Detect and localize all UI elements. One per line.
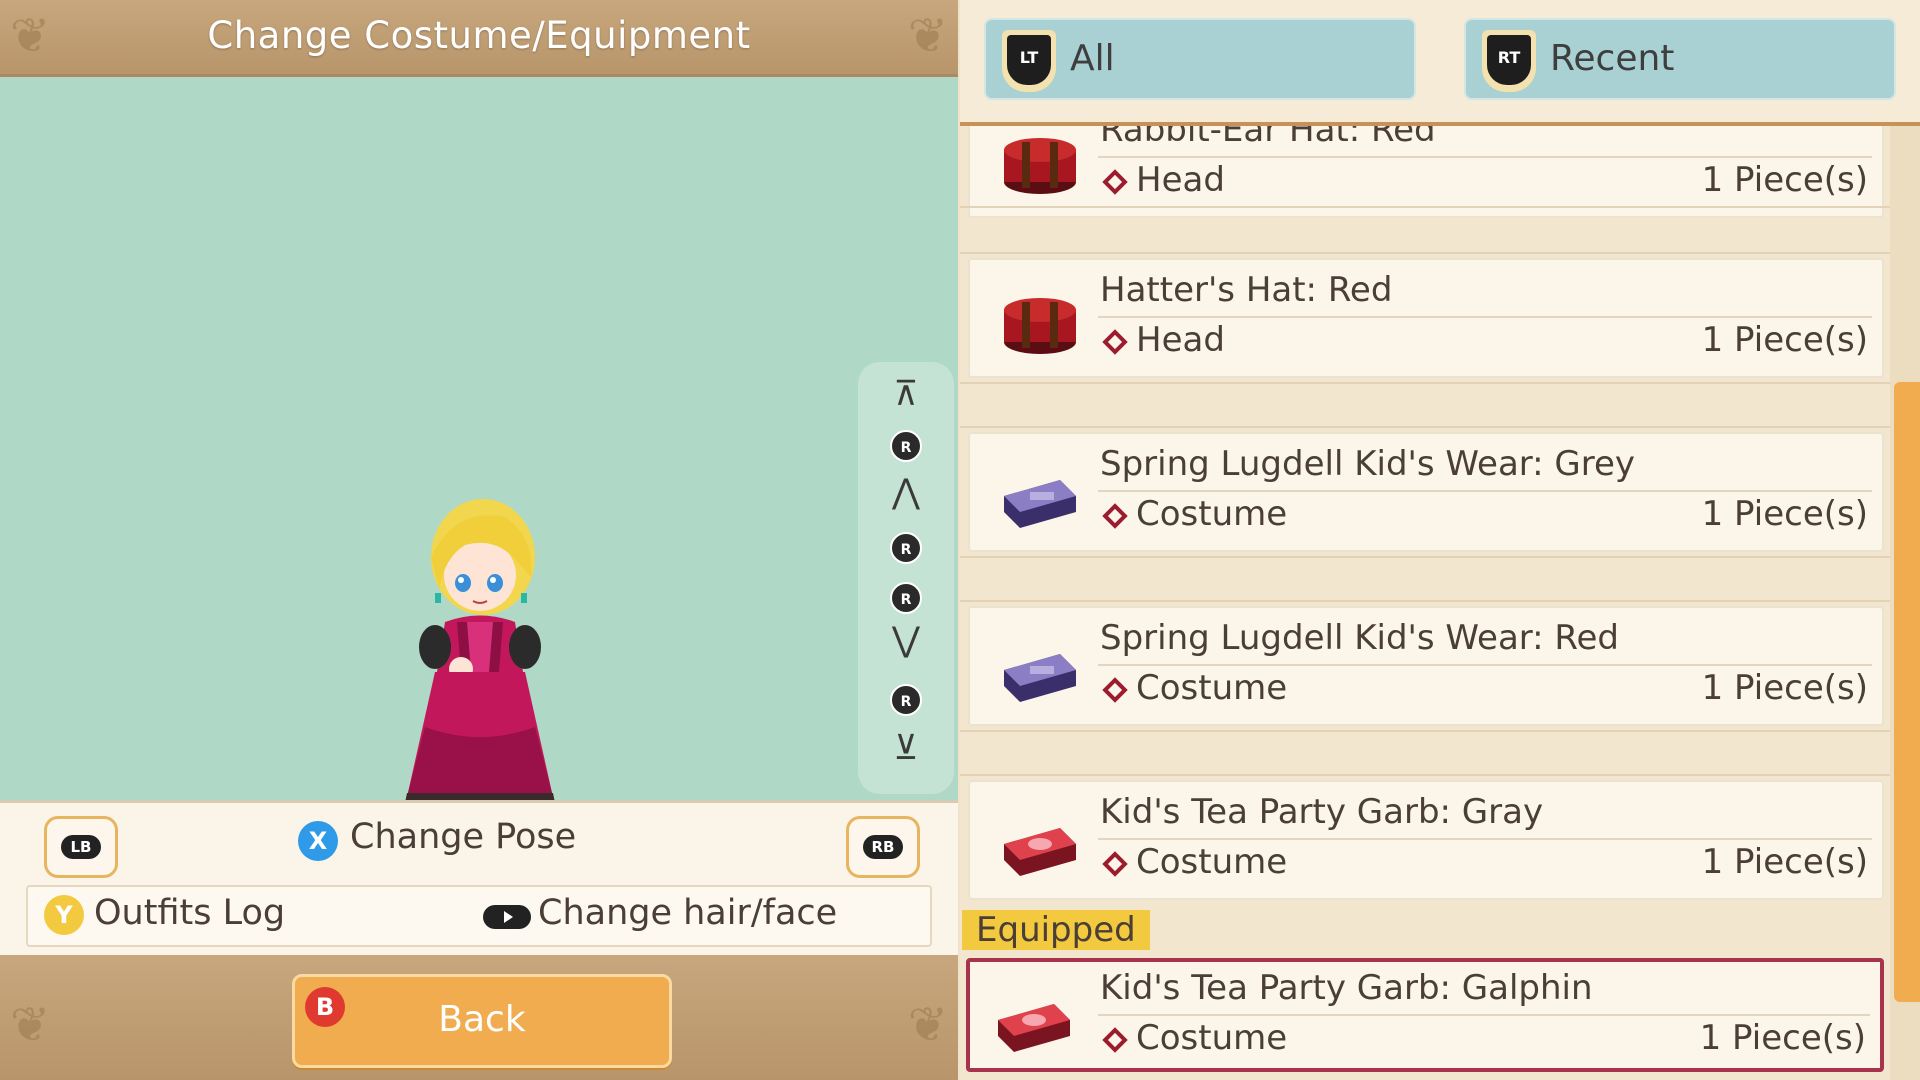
- item-qty: 1 Piece(s): [1699, 1018, 1866, 1058]
- change-hair-face-label[interactable]: Change hair/face: [538, 893, 837, 933]
- character-viewport[interactable]: ⊼ R ⋀ R R ⋁ R ⊻: [0, 77, 958, 843]
- rotate-down-fast-icon[interactable]: ⋁: [858, 620, 954, 660]
- item-qty: 1 Piece(s): [1701, 320, 1868, 360]
- suitcase-purple-icon: [1004, 654, 1076, 702]
- change-pose-label[interactable]: Change Pose: [350, 817, 576, 857]
- rstick-left-icon[interactable]: R: [890, 532, 922, 564]
- item-name: Spring Lugdell Kid's Wear: Grey: [1100, 444, 1636, 484]
- title-bar: ❦ Change Costume/Equipment ❦: [0, 0, 958, 77]
- inventory-panel: LT All RT Recent Rabbit-Ear Hat: Red Hea…: [960, 0, 1920, 1080]
- scrollbar-thumb[interactable]: [1894, 382, 1920, 1002]
- lt-label: LT: [1007, 35, 1051, 85]
- slot-diamond-icon: [1102, 169, 1128, 195]
- rt-shield-icon: RT: [1482, 30, 1536, 92]
- controls-area: LB X Change Pose RB Y Outfits Log Change…: [0, 800, 958, 958]
- rb-label: RB: [863, 835, 903, 859]
- item-name: Kid's Tea Party Garb: Gray: [1100, 792, 1544, 832]
- equipped-item[interactable]: Kid's Tea Party Garb: Galphin Costume 1 …: [966, 958, 1884, 1072]
- outfits-log-label[interactable]: Outfits Log: [94, 893, 285, 933]
- hatbox-red-icon: [1004, 298, 1076, 354]
- rotate-top-icon[interactable]: ⊼: [858, 374, 954, 414]
- item-slot: Head: [1136, 160, 1225, 200]
- rt-label: RT: [1487, 35, 1531, 85]
- rotate-bottom-icon[interactable]: ⊻: [858, 728, 954, 768]
- item-qty: 1 Piece(s): [1701, 842, 1868, 882]
- list-item[interactable]: Hatter's Hat: Red Head 1 Piece(s): [960, 244, 1890, 418]
- item-list: Rabbit-Ear Hat: Red Head 1 Piece(s) Hatt…: [960, 126, 1890, 1080]
- footer-bar: ❦ B Back ❦: [0, 955, 958, 1080]
- slot-diamond-icon: [1102, 851, 1128, 877]
- item-slot: Costume: [1136, 1018, 1288, 1058]
- rotation-controls: ⊼ R ⋀ R R ⋁ R ⊻: [858, 362, 954, 794]
- hatbox-red-icon: [1004, 138, 1076, 194]
- item-name: Rabbit-Ear Hat: Red: [1100, 126, 1436, 150]
- item-qty: 1 Piece(s): [1701, 494, 1868, 534]
- slot-diamond-icon: [1102, 677, 1128, 703]
- suitcase-red-icon: [998, 1004, 1070, 1052]
- filter-bar: LT All RT Recent: [960, 0, 1920, 126]
- slot-diamond-icon: [1102, 329, 1128, 355]
- item-slot: Head: [1136, 320, 1225, 360]
- back-label: Back: [438, 999, 526, 1040]
- filter-tab-recent[interactable]: RT Recent: [1464, 18, 1896, 100]
- item-qty: 1 Piece(s): [1701, 160, 1868, 200]
- rotate-up-fast-icon[interactable]: ⋀: [858, 472, 954, 512]
- rstick-up-icon[interactable]: R: [890, 430, 922, 462]
- slot-diamond-icon: [1102, 1027, 1128, 1053]
- x-button-icon[interactable]: X: [298, 821, 338, 861]
- lb-button[interactable]: LB: [44, 816, 118, 878]
- equipped-badge: Equipped: [962, 910, 1150, 950]
- scroll-ornament-icon: ❦: [10, 997, 51, 1053]
- scroll-ornament-icon: ❦: [907, 997, 948, 1053]
- item-slot: Costume: [1136, 842, 1288, 882]
- filter-recent-label: Recent: [1550, 38, 1675, 79]
- character-avatar[interactable]: [395, 497, 565, 847]
- y-button-icon[interactable]: Y: [44, 895, 84, 935]
- filter-tab-all[interactable]: LT All: [984, 18, 1416, 100]
- lt-shield-icon: LT: [1002, 30, 1056, 92]
- preview-panel: ❦ Change Costume/Equipment ❦ ⊼ R ⋀ R R ⋁…: [0, 0, 958, 1080]
- item-name: Hatter's Hat: Red: [1100, 270, 1393, 310]
- suitcase-purple-icon: [1004, 480, 1076, 528]
- rb-button[interactable]: RB: [846, 816, 920, 878]
- item-slot: Costume: [1136, 494, 1288, 534]
- lb-label: LB: [61, 835, 101, 859]
- rstick-down-icon[interactable]: R: [890, 684, 922, 716]
- list-item[interactable]: Rabbit-Ear Hat: Red Head 1 Piece(s): [960, 126, 1890, 258]
- back-button[interactable]: B Back: [292, 974, 672, 1068]
- suitcase-red-icon: [1004, 828, 1076, 876]
- slot-diamond-icon: [1102, 503, 1128, 529]
- scroll-ornament-icon: ❦: [907, 8, 948, 64]
- rstick-right-icon[interactable]: R: [890, 582, 922, 614]
- secondary-controls: Y Outfits Log Change hair/face: [26, 885, 932, 947]
- item-name: Spring Lugdell Kid's Wear: Red: [1100, 618, 1620, 658]
- item-qty: 1 Piece(s): [1701, 668, 1868, 708]
- right-stick-press-icon: [483, 905, 531, 929]
- list-item[interactable]: Spring Lugdell Kid's Wear: Grey Costume …: [960, 418, 1890, 592]
- filter-all-label: All: [1070, 38, 1115, 79]
- page-title: Change Costume/Equipment: [207, 14, 751, 57]
- item-slot: Costume: [1136, 668, 1288, 708]
- list-item[interactable]: Spring Lugdell Kid's Wear: Red Costume 1…: [960, 592, 1890, 766]
- item-name: Kid's Tea Party Garb: Galphin: [1100, 968, 1593, 1008]
